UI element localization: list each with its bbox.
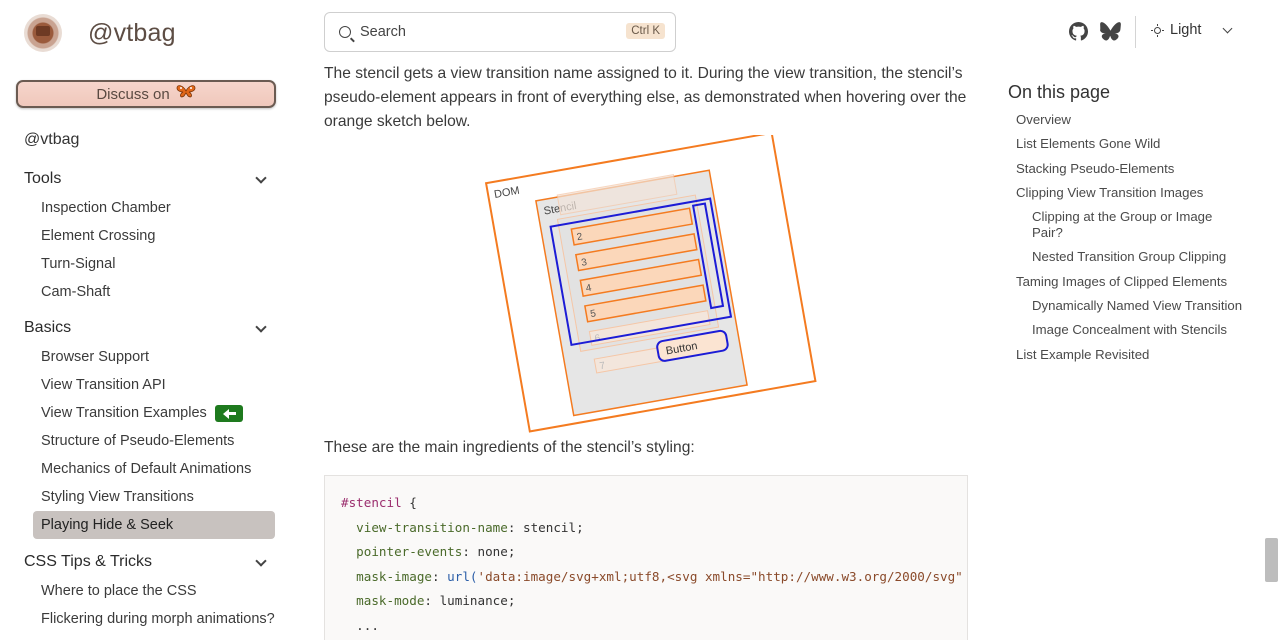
sidebar-item-view-transition-examples[interactable]: View Transition Examples xyxy=(24,399,276,427)
code-selector: #stencil xyxy=(341,495,402,510)
sidebar-item-styling-view-transitions[interactable]: Styling View Transitions xyxy=(24,483,276,511)
toc-link-clipping-at-group[interactable]: Clipping at the Group or Image Pair? xyxy=(1016,209,1246,241)
nav-group-label: CSS Tips & Tricks xyxy=(24,553,153,570)
toc-link-list-example-revisited[interactable]: List Example Revisited xyxy=(1016,347,1246,363)
toc-link-dynamically-named[interactable]: Dynamically Named View Transition xyxy=(1016,298,1246,314)
sidebar-item-structure-of-pseudo-elements[interactable]: Structure of Pseudo-Elements xyxy=(24,427,276,455)
search-button[interactable]: Search Ctrl K xyxy=(324,12,676,52)
toc-link-list-elements-gone-wild[interactable]: List Elements Gone Wild xyxy=(1016,136,1246,152)
stencil-sketch-figure[interactable]: DOM Stencil 2 3 4 5 6 7 Button xyxy=(470,135,822,433)
nav-group-label: Basics xyxy=(24,319,72,336)
paragraph-ingredients: These are the main ingredients of the st… xyxy=(324,439,695,456)
logo-icon xyxy=(24,14,62,52)
sidebar-item-view-transition-api[interactable]: View Transition API xyxy=(24,371,276,399)
sidebar-item-playing-hide-and-seek[interactable]: Playing Hide & Seek xyxy=(33,511,275,539)
code-property: pointer-events xyxy=(356,544,463,560)
site-logo-link[interactable]: @vtbag xyxy=(24,14,176,52)
chevron-down-icon xyxy=(256,557,266,567)
nav-group-toggle-tools[interactable]: Tools xyxy=(24,168,276,190)
code-block[interactable]: #stencil { view-transition-name: stencil… xyxy=(324,475,968,640)
github-icon[interactable] xyxy=(1069,22,1088,41)
sidebar-item-turn-signal[interactable]: Turn-Signal xyxy=(24,250,276,278)
toc-link-taming-images[interactable]: Taming Images of Clipped Elements xyxy=(1016,274,1246,290)
code-property: mask-mode xyxy=(356,593,425,609)
theme-label: Light xyxy=(1170,22,1202,38)
nav-group-tools: Tools Inspection Chamber Element Crossin… xyxy=(24,168,276,306)
nav-group-label: Tools xyxy=(24,170,62,187)
sidebar-item-label: View Transition Examples xyxy=(41,405,207,421)
nav-group-css-tips: CSS Tips & Tricks Where to place the CSS… xyxy=(24,551,276,633)
sidebar-item-browser-support[interactable]: Browser Support xyxy=(24,343,276,371)
nav-group-basics: Basics Browser Support View Transition A… xyxy=(24,317,276,539)
sidebar-item-cam-shaft[interactable]: Cam-Shaft xyxy=(24,278,276,306)
search-icon xyxy=(339,26,351,38)
sidebar: @vtbag Discuss on @vtbag Tools Inspectio… xyxy=(0,0,300,640)
site-title: @vtbag xyxy=(88,18,176,47)
table-of-contents: Overview List Elements Gone Wild Stackin… xyxy=(1016,112,1246,371)
toc-link-stacking-pseudo-elements[interactable]: Stacking Pseudo-Elements xyxy=(1016,161,1246,177)
code-ellipsis: ... xyxy=(356,617,379,633)
toc-link-image-concealment[interactable]: Image Concealment with Stencils xyxy=(1016,322,1246,338)
sidebar-link-vtbag[interactable]: @vtbag xyxy=(24,131,79,149)
toc-link-clipping-view-transition-images[interactable]: Clipping View Transition Images xyxy=(1016,185,1246,201)
page-scrollbar[interactable] xyxy=(1263,0,1280,640)
toc-link-overview[interactable]: Overview xyxy=(1016,112,1246,128)
sidebar-item-flickering-morph[interactable]: Flickering during morph animations? xyxy=(24,605,276,633)
code-property: view-transition-name xyxy=(356,519,508,535)
nav-group-toggle-css-tips[interactable]: CSS Tips & Tricks xyxy=(24,551,276,573)
theme-select[interactable]: Light xyxy=(1151,22,1201,38)
chevron-down-icon xyxy=(256,174,266,184)
back-arrow-icon xyxy=(214,404,243,422)
nav-group-toggle-basics[interactable]: Basics xyxy=(24,317,276,339)
chevron-down-icon xyxy=(256,323,266,333)
toc-title: On this page xyxy=(1008,82,1111,102)
scrollbar-thumb[interactable] xyxy=(1265,538,1278,582)
sidebar-item-element-crossing[interactable]: Element Crossing xyxy=(24,222,276,250)
chevron-down-icon[interactable] xyxy=(1223,25,1232,34)
paragraph-stencil-intro: The stencil gets a view transition name … xyxy=(324,65,967,130)
header-divider xyxy=(1135,16,1136,48)
sidebar-item-inspection-chamber[interactable]: Inspection Chamber xyxy=(24,194,276,222)
bluesky-icon[interactable] xyxy=(1100,22,1121,41)
sun-icon xyxy=(1151,23,1164,37)
discuss-button[interactable]: Discuss on xyxy=(16,80,276,108)
code-property: mask-image xyxy=(356,568,432,584)
sidebar-item-where-to-place-css[interactable]: Where to place the CSS xyxy=(24,577,276,605)
butterfly-icon xyxy=(176,83,196,106)
main-content: The stencil gets a view transition name … xyxy=(324,62,969,134)
toc-link-nested-group-clipping[interactable]: Nested Transition Group Clipping xyxy=(1016,249,1246,265)
sidebar-item-mechanics-of-default-animations[interactable]: Mechanics of Default Animations xyxy=(24,455,276,483)
search-placeholder: Search xyxy=(360,24,406,40)
search-shortcut-hint: Ctrl K xyxy=(626,23,665,39)
discuss-label: Discuss on xyxy=(96,85,170,103)
